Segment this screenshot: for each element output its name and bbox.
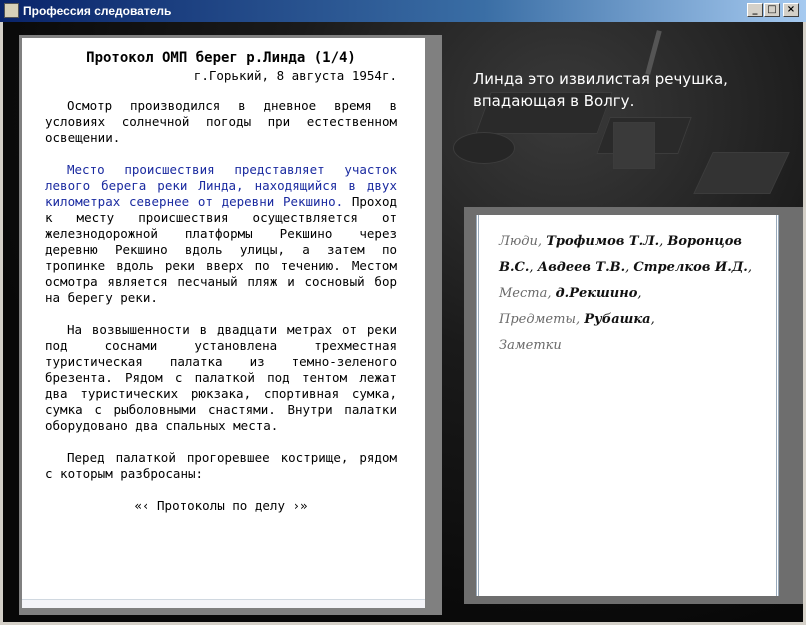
protocols-nav-link[interactable]: «‹ Протоколы по делу ›» xyxy=(134,498,307,513)
protocol-paragraph: На возвышенности в двадцати метрах от ре… xyxy=(45,322,397,433)
protocol-paragraph: Осмотр производился в дневное время в ус… xyxy=(45,98,397,145)
notebook-notes-link[interactable]: Заметки xyxy=(499,338,562,353)
notebook-paper: Люди, Трофимов Т.Л., Воронцов В.С., Авде… xyxy=(476,215,779,596)
window-title-bar[interactable]: Профессия следователь _ □ × xyxy=(0,0,806,22)
notebook-label-people: Люди, xyxy=(499,234,543,249)
notebook-person[interactable]: Авдеев Т.В. xyxy=(538,260,625,275)
notebook-panel: Люди, Трофимов Т.Л., Воронцов В.С., Авде… xyxy=(464,207,803,604)
notebook-label-items: Предметы, xyxy=(499,312,581,327)
desk-object xyxy=(613,122,655,169)
notebook-item[interactable]: Рубашка xyxy=(584,312,650,327)
narration-line: впадающая в Волгу. xyxy=(473,92,635,110)
narration-text: Линда это извилистая речушка, впадающая … xyxy=(473,68,773,112)
desk-object xyxy=(453,132,515,164)
maximize-button[interactable]: □ xyxy=(764,3,780,17)
protocol-text: Проход к месту происшествия осуществляет… xyxy=(45,194,397,305)
protocol-paragraph: Перед палаткой прогоревшее кострище, ряд… xyxy=(45,450,397,481)
notebook-person[interactable]: Трофимов Т.Л. xyxy=(546,234,659,249)
desk-object xyxy=(693,152,790,194)
notebook-place[interactable]: д.Рекшино xyxy=(556,286,638,301)
window-title: Профессия следователь xyxy=(23,4,172,18)
close-button[interactable]: × xyxy=(783,3,799,17)
paper-edge xyxy=(22,599,425,608)
app-icon xyxy=(4,3,19,18)
protocol-paragraph: Место происшествия представляет участок … xyxy=(45,162,397,306)
protocol-date: г.Горький, 8 августа 1954г. xyxy=(193,68,397,83)
notebook-person[interactable]: Стрелков И.Д. xyxy=(633,260,747,275)
window-frame: Протокол ОМП берег р.Линда (1/4) г.Горьк… xyxy=(0,22,806,625)
minimize-button[interactable]: _ xyxy=(747,3,763,17)
protocol-navigation: «‹ Протоколы по делу ›» xyxy=(45,498,397,514)
notebook-label-places: Места, xyxy=(499,286,552,301)
protocol-title: Протокол ОМП берег р.Линда (1/4) xyxy=(86,50,356,66)
narration-line: Линда это извилистая речушка, xyxy=(473,70,728,88)
protocol-paper: Протокол ОМП берег р.Линда (1/4) г.Горьк… xyxy=(22,38,425,608)
protocol-document-panel: Протокол ОМП берег р.Линда (1/4) г.Горьк… xyxy=(19,35,442,615)
